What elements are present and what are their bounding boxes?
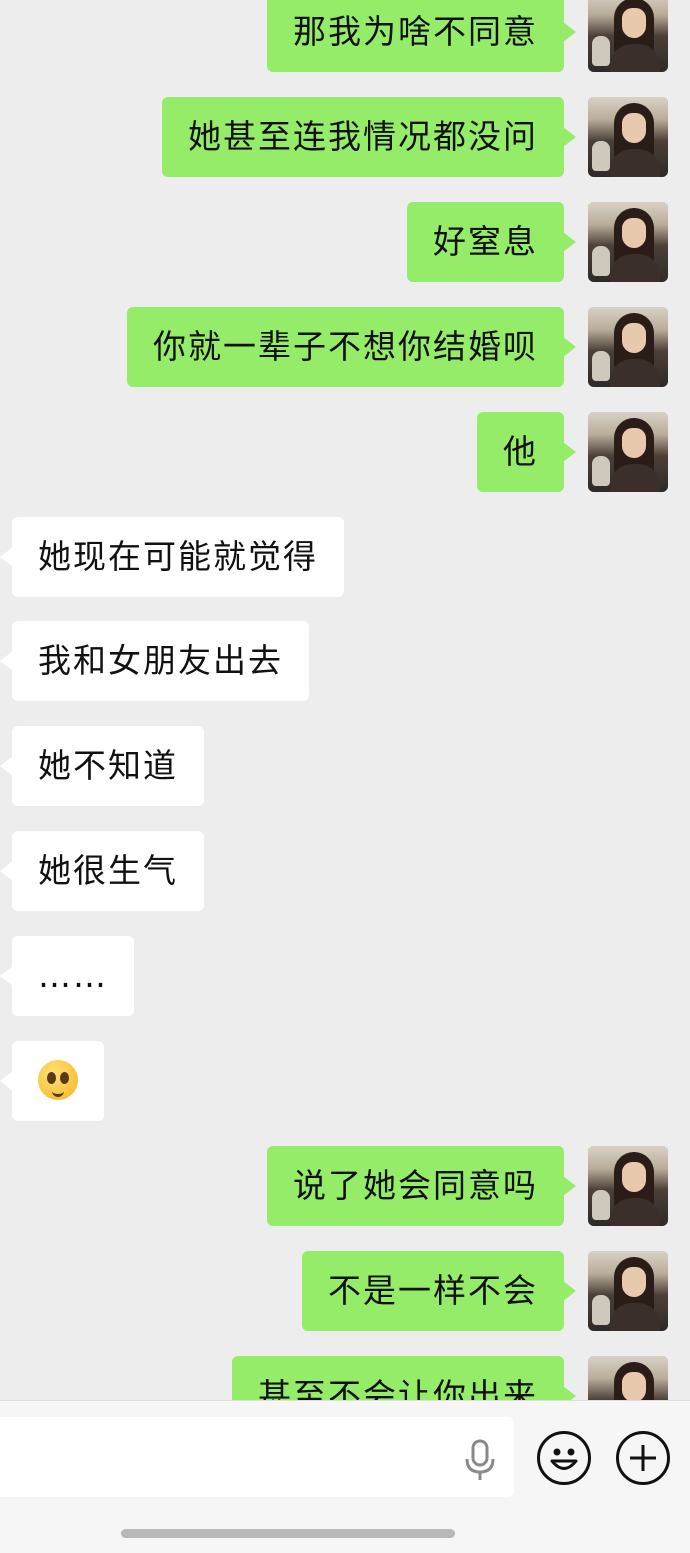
sent-message-bubble[interactable]: 你就一辈子不想你结婚呗 [127,307,576,387]
message-row: 不是一样不会 [0,1251,690,1331]
received-message-bubble[interactable]: 她很生气 [0,831,204,911]
message-text-input[interactable] [0,1417,514,1497]
message-row: 甚至不会让你出来 [0,1356,690,1400]
user-avatar[interactable] [588,307,668,387]
message-row: …… [0,936,690,1016]
sent-message-bubble[interactable]: 他 [477,412,576,492]
message-row: 我和女朋友出去 [0,621,690,701]
sent-message-bubble[interactable]: 那我为啥不同意 [267,0,576,72]
message-row: 她不知道 [0,726,690,806]
chat-input-bar [0,1400,690,1553]
sent-message-bubble[interactable]: 甚至不会让你出来 [232,1356,576,1400]
message-row: 好窒息 [0,202,690,282]
microphone-icon [465,1439,495,1480]
smiley-face-icon [550,1448,578,1470]
sent-message-bubble[interactable]: 她甚至连我情况都没问 [162,97,576,177]
received-message-bubble[interactable]: 我和女朋友出去 [0,621,309,701]
voice-input-button[interactable] [462,1439,498,1481]
emoji-button[interactable] [537,1431,591,1485]
message-row: 他 [0,412,690,492]
message-row: 说了她会同意吗 [0,1146,690,1226]
user-avatar[interactable] [588,202,668,282]
user-avatar[interactable] [588,97,668,177]
message-row: 她甚至连我情况都没问 [0,97,690,177]
message-row: 她很生气 [0,831,690,911]
user-avatar[interactable] [588,412,668,492]
sent-message-bubble[interactable]: 不是一样不会 [302,1251,576,1331]
received-emoji-bubble[interactable] [0,1041,104,1121]
message-row: 她现在可能就觉得 [0,517,690,597]
user-avatar[interactable] [588,1146,668,1226]
drooling-face-emoji-icon [38,1059,78,1100]
chat-message-list[interactable]: 那我为啥不同意 她甚至连我情况都没问 好窒息 你就一辈子不想你结婚呗 他 她现在… [0,0,690,1400]
message-row: 那我为啥不同意 [0,0,690,72]
message-row: 你就一辈子不想你结婚呗 [0,307,690,387]
user-avatar[interactable] [588,1251,668,1331]
received-message-bubble[interactable]: 她现在可能就觉得 [0,517,344,597]
plus-circle-icon [630,1445,656,1471]
more-options-button[interactable] [616,1431,670,1485]
home-indicator [121,1529,455,1538]
sent-message-bubble[interactable]: 好窒息 [407,202,576,282]
user-avatar[interactable] [588,0,668,72]
received-message-bubble[interactable]: …… [0,936,134,1016]
sent-message-bubble[interactable]: 说了她会同意吗 [267,1146,576,1226]
user-avatar[interactable] [588,1356,668,1400]
message-row [0,1041,690,1121]
received-message-bubble[interactable]: 她不知道 [0,726,204,806]
